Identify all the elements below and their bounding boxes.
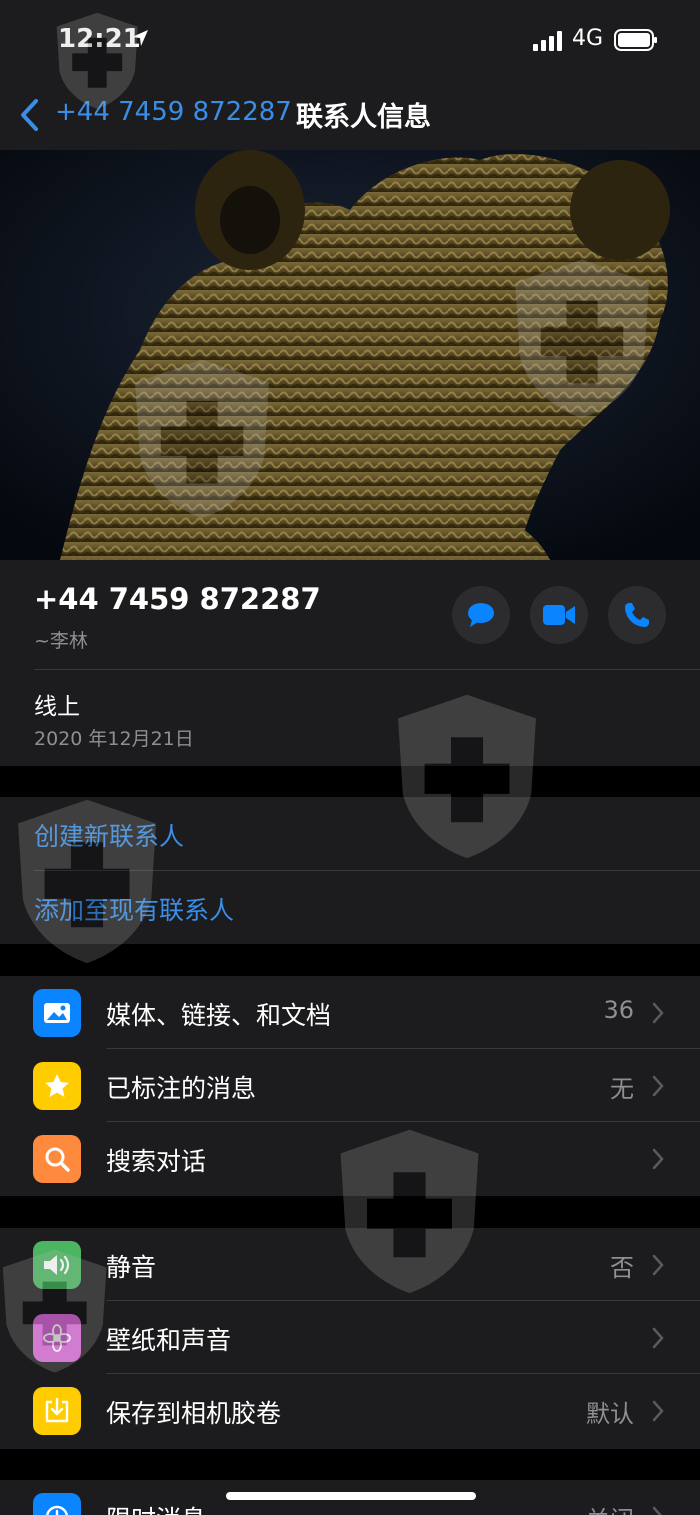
- disappearing-value: 关闭: [586, 1500, 634, 1515]
- home-indicator[interactable]: [226, 1492, 476, 1500]
- chevron-right-icon: [652, 1148, 664, 1170]
- contact-phone: +44 7459 872287: [34, 582, 321, 616]
- page-title: 联系人信息: [296, 102, 431, 133]
- row-label: 壁纸和声音: [106, 1326, 232, 1355]
- chevron-right-icon: [652, 1254, 664, 1276]
- network-type: 4G: [572, 26, 604, 51]
- watermark-shield-icon: [18, 799, 156, 964]
- watermark-shield-icon: [340, 1129, 479, 1294]
- media-count: 36: [603, 996, 634, 1024]
- divider: [34, 669, 700, 670]
- watermark-shield-icon: [135, 359, 269, 519]
- star-icon: [33, 1062, 81, 1110]
- phone-icon: [625, 603, 649, 627]
- media-links-docs-row[interactable]: 媒体、链接、和文档 36: [0, 976, 700, 1049]
- row-label: 已标注的消息: [106, 1074, 257, 1103]
- chevron-right-icon: [652, 1075, 664, 1097]
- message-bubble-icon: [468, 603, 494, 627]
- chevron-right-icon: [652, 1400, 664, 1422]
- battery-icon: [614, 29, 657, 51]
- camera-roll-value: 默认: [586, 1400, 634, 1428]
- download-icon: [33, 1387, 81, 1435]
- row-label: 保存到相机胶卷: [106, 1399, 282, 1428]
- voice-call-button[interactable]: [608, 586, 666, 644]
- row-label: 静音: [106, 1253, 157, 1282]
- online-status: 线上: [34, 694, 80, 720]
- watermark-shield-icon: [2, 1249, 107, 1373]
- watermark-shield-icon: [398, 694, 536, 859]
- status-date: 2020 年12月21日: [34, 728, 194, 750]
- photo-icon: [33, 989, 81, 1037]
- search-icon: [33, 1135, 81, 1183]
- timer-icon: [33, 1493, 81, 1515]
- watermark-shield-icon: [515, 259, 649, 419]
- chevron-right-icon: [652, 1327, 664, 1349]
- watermark-shield-icon: [56, 12, 138, 109]
- video-call-button[interactable]: [530, 586, 588, 644]
- mute-value: 否: [610, 1254, 634, 1282]
- chevron-right-icon: [652, 1002, 664, 1024]
- row-label: 限时消息: [106, 1500, 206, 1515]
- message-button[interactable]: [452, 586, 510, 644]
- signal-icon: [533, 31, 562, 51]
- starred-value: 无: [610, 1075, 634, 1103]
- video-camera-icon: [543, 605, 575, 625]
- chevron-right-icon: [652, 1506, 662, 1515]
- contact-info-panel: +44 7459 872287 ~李林 线上 2020 年12月21日: [0, 560, 700, 766]
- row-label: 搜索对话: [106, 1147, 207, 1176]
- contact-name: ~李林: [34, 630, 88, 652]
- row-label: 媒体、链接、和文档: [106, 1001, 332, 1030]
- starred-messages-row[interactable]: 已标注的消息 无: [0, 1049, 700, 1122]
